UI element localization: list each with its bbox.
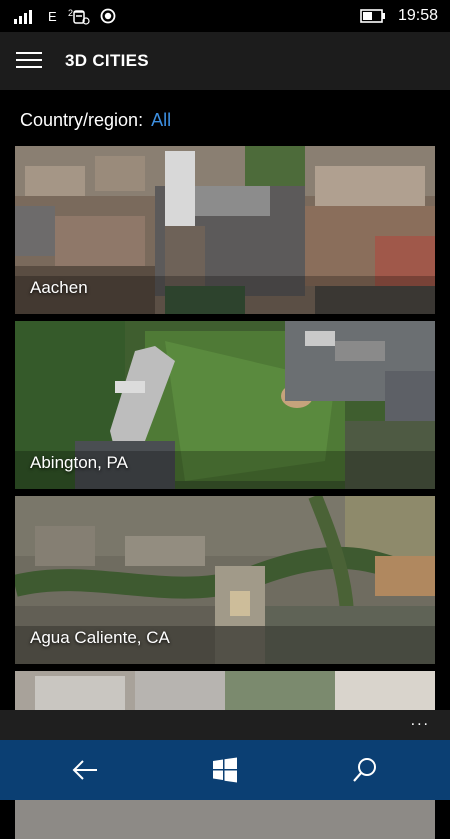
network-type-label: E [48, 8, 57, 24]
country-filter-label: Country/region: [20, 109, 144, 130]
back-arrow-icon[interactable] [55, 740, 115, 800]
country-filter-value[interactable]: All [151, 110, 171, 131]
svg-text:2: 2 [68, 8, 73, 18]
app-bar: ... [0, 710, 450, 740]
status-bar: E 2 19:58 [0, 0, 450, 32]
battery-icon [360, 0, 386, 32]
city-tile-agua-caliente[interactable]: Agua Caliente, CA [15, 496, 435, 664]
city-tile-aachen[interactable]: Aachen [15, 146, 435, 314]
app-header: 3D CITIES [0, 32, 450, 90]
system-nav-bar [0, 740, 450, 800]
clock-time: 19:58 [398, 7, 439, 24]
country-filter: Country/region: All [20, 106, 171, 134]
more-options-button[interactable]: ... [411, 710, 430, 740]
location-icon [100, 0, 116, 32]
hamburger-icon[interactable] [16, 50, 42, 70]
city-name: Aachen [30, 278, 88, 297]
city-name: Agua Caliente, CA [30, 628, 170, 647]
city-name: Abington, PA [30, 453, 128, 472]
page-title: 3D CITIES [65, 51, 149, 70]
city-tile-abington[interactable]: Abington, PA [15, 321, 435, 489]
search-icon[interactable] [335, 740, 395, 800]
wifi-call-icon: 2 [68, 0, 92, 32]
signal-icon [14, 0, 36, 32]
windows-logo-icon[interactable] [195, 740, 255, 800]
